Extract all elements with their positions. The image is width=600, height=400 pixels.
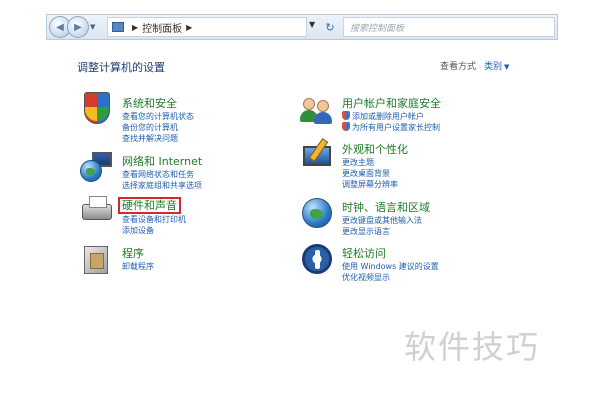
shield-icon[interactable] [80,92,114,126]
link-troubleshoot[interactable]: 查找并解决问题 [122,133,194,144]
link-optimize-visual[interactable]: 优化视频显示 [342,272,439,283]
view-by-value: 类别 [484,62,503,72]
breadcrumb-item-control-panel[interactable]: 控制面板 [142,20,182,35]
refresh-button[interactable]: ↻ [321,17,339,37]
link-add-remove-accounts[interactable]: 添加或删除用户帐户 [342,111,441,122]
uac-shield-icon [342,111,350,120]
users-icon[interactable] [300,92,334,126]
category-appearance: 外观和个性化 更改主题 更改桌面背景 调整屏幕分辨率 [300,138,408,190]
search-input[interactable]: 搜索控制面板 [343,17,555,37]
address-bar: ◀ ▶ ▼ ▶ 控制面板 ▶ ▼ ↻ 搜索控制面板 [46,14,558,40]
printer-icon[interactable] [80,194,114,228]
category-system-security: 系统和安全 查看您的计算机状态 备份您的计算机 查找并解决问题 [80,92,194,144]
page-title: 调整计算机的设置 [77,61,165,74]
link-uninstall-program[interactable]: 卸载程序 [122,261,154,272]
refresh-icon: ↻ [325,20,335,34]
link-change-theme[interactable]: 更改主题 [342,157,408,168]
forward-arrow-icon: ▶ [74,21,82,33]
category-title-appearance[interactable]: 外观和个性化 [342,143,408,156]
link-view-computer-status[interactable]: 查看您的计算机状态 [122,111,194,122]
search-placeholder: 搜索控制面板 [350,23,405,34]
back-arrow-icon: ◀ [56,21,64,33]
recent-pages-dropdown-icon[interactable]: ▼ [90,23,95,31]
link-display-language[interactable]: 更改显示语言 [342,226,430,237]
link-network-status[interactable]: 查看网络状态和任务 [122,169,202,180]
chevron-down-icon: ▼ [504,63,510,71]
nav-buttons: ◀ ▶ ▼ [49,16,95,38]
forward-button[interactable]: ▶ [67,16,89,38]
accessibility-icon[interactable] [300,242,334,276]
category-network-internet: 网络和 Internet 查看网络状态和任务 选择家庭组和共享选项 [80,150,202,191]
link-add-device[interactable]: 添加设备 [122,225,186,236]
view-by-label: 查看方式 [440,62,477,72]
category-title-user-accounts[interactable]: 用户帐户和家庭安全 [342,97,441,110]
view-by-dropdown[interactable]: 类别 ▼ [484,59,509,72]
category-clock-language: 时钟、语言和区域 更改键盘或其他输入法 更改显示语言 [300,196,430,237]
breadcrumb[interactable]: ▶ 控制面板 ▶ [107,17,307,37]
link-backup-computer[interactable]: 备份您的计算机 [122,122,194,133]
link-homegroup-sharing[interactable]: 选择家庭组和共享选项 [122,180,202,191]
link-windows-suggested-settings[interactable]: 使用 Windows 建议的设置 [342,261,439,272]
appearance-icon[interactable] [300,138,334,172]
category-title-ease-of-access[interactable]: 轻松访问 [342,247,386,260]
category-hardware-sound: 硬件和声音 查看设备和打印机 添加设备 [80,194,186,236]
category-title-clock-language[interactable]: 时钟、语言和区域 [342,201,430,214]
category-title-hardware-sound[interactable]: 硬件和声音 [118,197,181,214]
breadcrumb-chevron-icon[interactable]: ▶ [186,23,192,32]
category-user-accounts: 用户帐户和家庭安全 添加或删除用户帐户 为所有用户设置家长控制 [300,92,441,133]
category-title-network-internet[interactable]: 网络和 Internet [122,155,202,168]
category-title-programs[interactable]: 程序 [122,247,144,260]
control-panel-icon [112,22,124,32]
network-globe-icon[interactable] [80,150,114,184]
link-desktop-background[interactable]: 更改桌面背景 [342,168,408,179]
address-dropdown-icon[interactable]: ▼ [309,20,315,29]
link-screen-resolution[interactable]: 调整屏幕分辨率 [342,179,408,190]
programs-box-icon[interactable] [80,242,114,276]
category-title-system-security[interactable]: 系统和安全 [122,97,177,110]
watermark-text: 软件技巧 [404,328,541,366]
category-programs: 程序 卸载程序 [80,242,154,276]
link-keyboard-input[interactable]: 更改键盘或其他输入法 [342,215,430,226]
link-devices-printers[interactable]: 查看设备和打印机 [122,214,186,225]
uac-shield-icon [342,122,350,131]
breadcrumb-separator-icon[interactable]: ▶ [132,23,138,32]
category-ease-of-access: 轻松访问 使用 Windows 建议的设置 优化视频显示 [300,242,439,283]
link-parental-controls[interactable]: 为所有用户设置家长控制 [342,122,441,133]
clock-globe-icon[interactable] [300,196,334,230]
